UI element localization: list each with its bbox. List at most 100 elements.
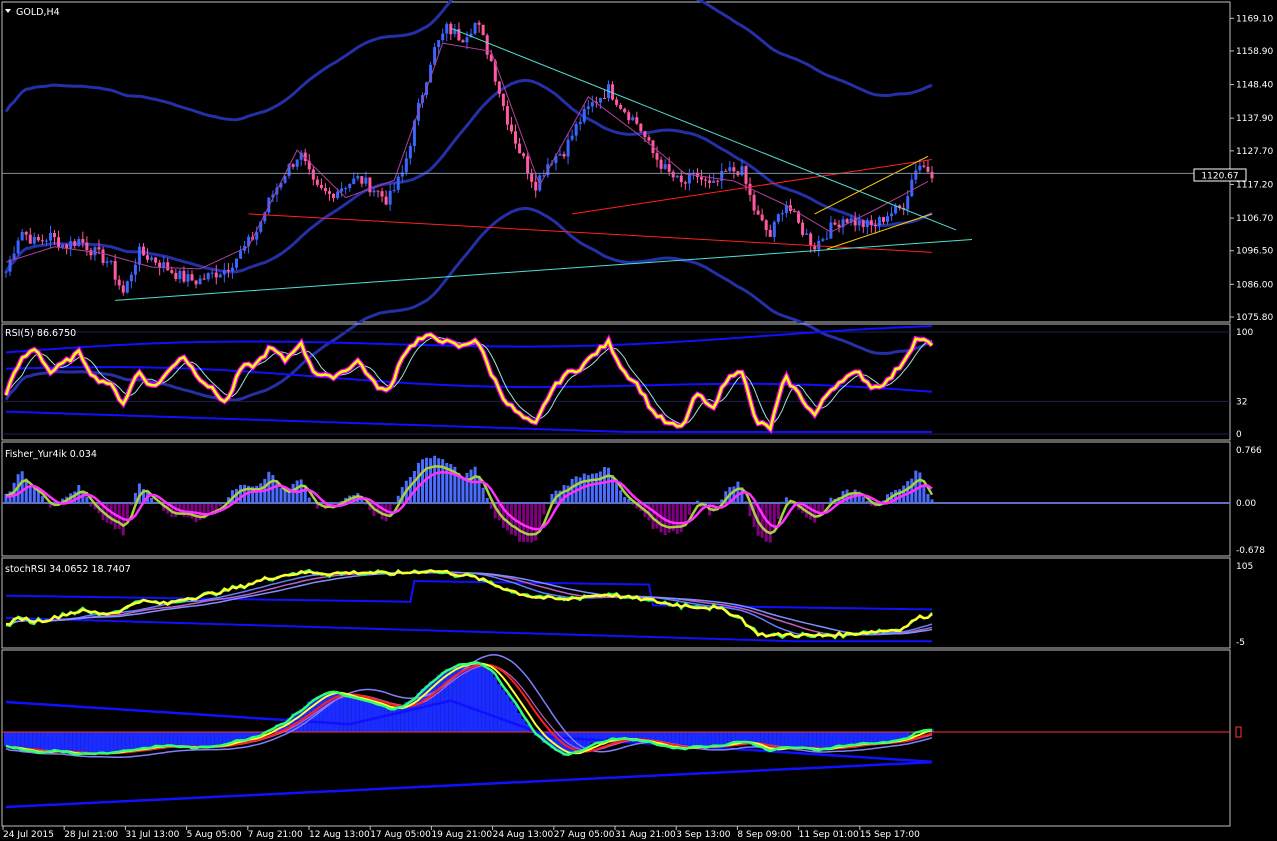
- fisher-bar: [586, 475, 590, 504]
- x-tick-label: 17 Aug 05:00: [370, 830, 431, 840]
- histogram-bar: [392, 708, 397, 732]
- histogram-bar: [618, 732, 623, 738]
- histogram-bar: [731, 732, 736, 742]
- histogram-bar: [828, 732, 833, 748]
- histogram-bar: [897, 732, 902, 739]
- candle-body: [845, 219, 849, 223]
- histogram-bar: [105, 732, 110, 754]
- candle-body: [833, 222, 837, 225]
- histogram-bar: [703, 732, 708, 748]
- candle-body: [526, 156, 530, 174]
- x-tick-label: 8 Sep 09:00: [737, 830, 792, 840]
- stochrsi-title: stochRSI 34.0652 18.7407: [5, 564, 131, 575]
- candle-body: [186, 274, 190, 282]
- candle-body: [667, 164, 671, 172]
- fisher-bar: [926, 493, 930, 504]
- candle-body: [105, 261, 109, 263]
- fisher-bar: [267, 471, 271, 504]
- fisher-bar: [20, 471, 24, 504]
- histogram-bar: [861, 732, 866, 744]
- candle-body: [473, 22, 477, 34]
- histogram-bar: [121, 732, 126, 751]
- candle-body: [166, 262, 170, 271]
- histogram-bar: [113, 732, 118, 753]
- candle-body: [522, 153, 526, 157]
- current-price-label: 1120.67: [1201, 172, 1238, 182]
- candle-body: [582, 109, 586, 122]
- histogram-bar: [84, 732, 89, 754]
- histogram-bar: [469, 662, 474, 732]
- fisher-bar: [481, 487, 485, 504]
- candle-body: [32, 236, 36, 244]
- histogram-bar: [384, 707, 389, 732]
- candle-body: [821, 239, 825, 241]
- candle-body: [906, 196, 910, 210]
- candle-body: [663, 164, 667, 169]
- histogram-bar: [177, 732, 182, 748]
- candle-body: [380, 191, 384, 197]
- candle-body: [28, 234, 32, 244]
- histogram-bar: [695, 732, 700, 746]
- candle-body: [162, 262, 166, 268]
- histogram-bar: [816, 732, 821, 751]
- y-tick-label: 1096.50: [1236, 247, 1273, 257]
- candle-body: [485, 35, 489, 55]
- histogram-bar: [877, 732, 882, 742]
- candle-body: [194, 280, 198, 285]
- candle-body: [877, 217, 881, 227]
- fisher-bar: [505, 503, 509, 531]
- fisher-bar: [412, 470, 416, 504]
- candle-body: [174, 272, 178, 280]
- candle-body: [93, 247, 97, 256]
- histogram-bar: [40, 732, 45, 752]
- histogram-bar: [141, 732, 146, 748]
- histogram-bar: [711, 732, 716, 746]
- histogram-bar: [56, 732, 61, 753]
- candle-body: [708, 180, 712, 183]
- fisher-bar: [590, 473, 594, 504]
- candle-body: [631, 117, 635, 121]
- candle-body: [756, 210, 760, 215]
- x-tick-label: 31 Jul 13:00: [125, 830, 179, 840]
- histogram-bar: [117, 732, 122, 751]
- histogram-bar: [796, 732, 801, 748]
- candle-body: [926, 166, 930, 172]
- fisher-bar: [465, 472, 469, 504]
- fisher-bar: [433, 455, 437, 504]
- candle-body: [817, 240, 821, 250]
- candle-body: [809, 233, 813, 246]
- candle-body: [772, 221, 776, 237]
- y-tick-label: 1127.70: [1236, 147, 1273, 157]
- fisher-bar: [611, 475, 615, 504]
- candle-body: [683, 182, 687, 184]
- candle-body: [73, 241, 77, 246]
- histogram-bar: [12, 732, 17, 748]
- histogram-bar: [707, 732, 712, 746]
- candle-body: [69, 241, 73, 249]
- x-tick-label: 27 Aug 05:00: [554, 830, 615, 840]
- candle-body: [210, 272, 214, 274]
- histogram-bar: [48, 732, 53, 751]
- candle-body: [323, 188, 327, 192]
- candle-body: [150, 257, 154, 260]
- candle-body: [214, 272, 218, 278]
- candle-body: [712, 180, 716, 183]
- x-tick-label: 19 Aug 21:00: [431, 830, 492, 840]
- histogram-bar: [367, 701, 372, 732]
- histogram-bar: [723, 732, 728, 745]
- candle-body: [77, 239, 81, 246]
- candle-body: [825, 238, 829, 240]
- fisher-bar: [675, 503, 679, 534]
- candle-body: [384, 196, 388, 205]
- candle-body: [635, 117, 639, 124]
- candle-body: [861, 220, 865, 228]
- candle-body: [125, 281, 129, 293]
- fisher-bar: [380, 503, 384, 520]
- histogram-bar: [719, 732, 724, 746]
- histogram-bar: [80, 732, 85, 754]
- histogram-bar: [792, 732, 797, 749]
- histogram-bar: [218, 732, 223, 746]
- candle-body: [481, 24, 485, 36]
- histogram-bar: [606, 732, 611, 739]
- candle-body: [679, 175, 683, 183]
